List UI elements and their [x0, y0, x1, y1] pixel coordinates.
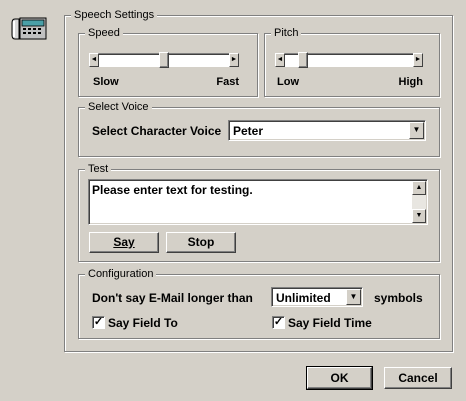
say-field-to-label[interactable]: Say Field To — [108, 316, 178, 330]
pitch-max-label: High — [398, 76, 423, 88]
test-text-area[interactable]: Please enter text for testing. ▲ ▼ — [88, 179, 428, 225]
stop-button-label: Stop — [187, 235, 215, 249]
say-button-label: Say — [113, 235, 135, 249]
scroll-up-arrow-icon[interactable]: ▲ — [412, 181, 426, 195]
test-group: Test Please enter text for testing. ▲ ▼ … — [78, 162, 440, 262]
say-field-to-checkbox[interactable]: ✓ — [92, 316, 105, 329]
cancel-button-label: Cancel — [398, 371, 438, 385]
select-voice-group: Select Voice Select Character Voice Pete… — [78, 100, 440, 157]
say-button[interactable]: Say — [89, 232, 159, 253]
checkmark-icon: ✓ — [273, 316, 284, 328]
test-text-value: Please enter text for testing. — [92, 183, 253, 197]
pitch-title: Pitch — [271, 26, 302, 40]
say-field-time-label[interactable]: Say Field Time — [288, 316, 372, 330]
speed-decrease-arrow-icon[interactable]: ◄ — [89, 53, 99, 67]
select-character-voice-label: Select Character Voice — [92, 124, 222, 138]
cancel-button[interactable]: Cancel — [384, 367, 452, 389]
character-voice-value: Peter — [233, 124, 264, 138]
pitch-slider[interactable]: ◄ ► — [275, 52, 423, 68]
speech-settings-title: Speech Settings — [71, 8, 158, 22]
scroll-down-arrow-icon[interactable]: ▼ — [412, 209, 426, 223]
chevron-down-icon[interactable]: ▼ — [409, 122, 424, 139]
pitch-decrease-arrow-icon[interactable]: ◄ — [275, 53, 285, 67]
email-length-label: Don't say E-Mail longer than — [92, 291, 253, 305]
pitch-increase-arrow-icon[interactable]: ► — [413, 53, 423, 67]
pitch-min-label: Low — [277, 76, 299, 88]
speed-max-label: Fast — [216, 76, 239, 88]
speed-group: Speed ◄ ► Slow Fast — [78, 26, 258, 97]
character-voice-select[interactable]: Peter ▼ — [228, 120, 426, 141]
speed-slider[interactable]: ◄ ► — [89, 52, 239, 68]
speed-increase-arrow-icon[interactable]: ► — [229, 53, 239, 67]
configuration-title: Configuration — [85, 267, 157, 281]
symbols-label: symbols — [374, 291, 423, 305]
pitch-group: Pitch ◄ ► Low High — [264, 26, 440, 97]
checkmark-icon: ✓ — [93, 316, 104, 328]
chevron-down-icon[interactable]: ▼ — [346, 289, 361, 305]
configuration-group: Configuration Don't say E-Mail longer th… — [78, 267, 440, 339]
speed-slider-thumb[interactable] — [159, 52, 169, 68]
ok-button-label: OK — [330, 371, 349, 385]
email-length-value: Unlimited — [276, 291, 331, 305]
say-field-time-checkbox[interactable]: ✓ — [272, 316, 285, 329]
telephone-icon — [11, 17, 47, 41]
test-text-scrollbar[interactable]: ▲ ▼ — [412, 181, 426, 223]
speed-title: Speed — [85, 26, 123, 40]
stop-button[interactable]: Stop — [166, 232, 236, 253]
pitch-slider-thumb[interactable] — [298, 52, 308, 68]
speed-min-label: Slow — [93, 76, 119, 88]
email-length-select[interactable]: Unlimited ▼ — [271, 287, 363, 307]
test-title: Test — [85, 162, 112, 176]
select-voice-title: Select Voice — [85, 100, 152, 114]
ok-button[interactable]: OK — [306, 366, 373, 390]
